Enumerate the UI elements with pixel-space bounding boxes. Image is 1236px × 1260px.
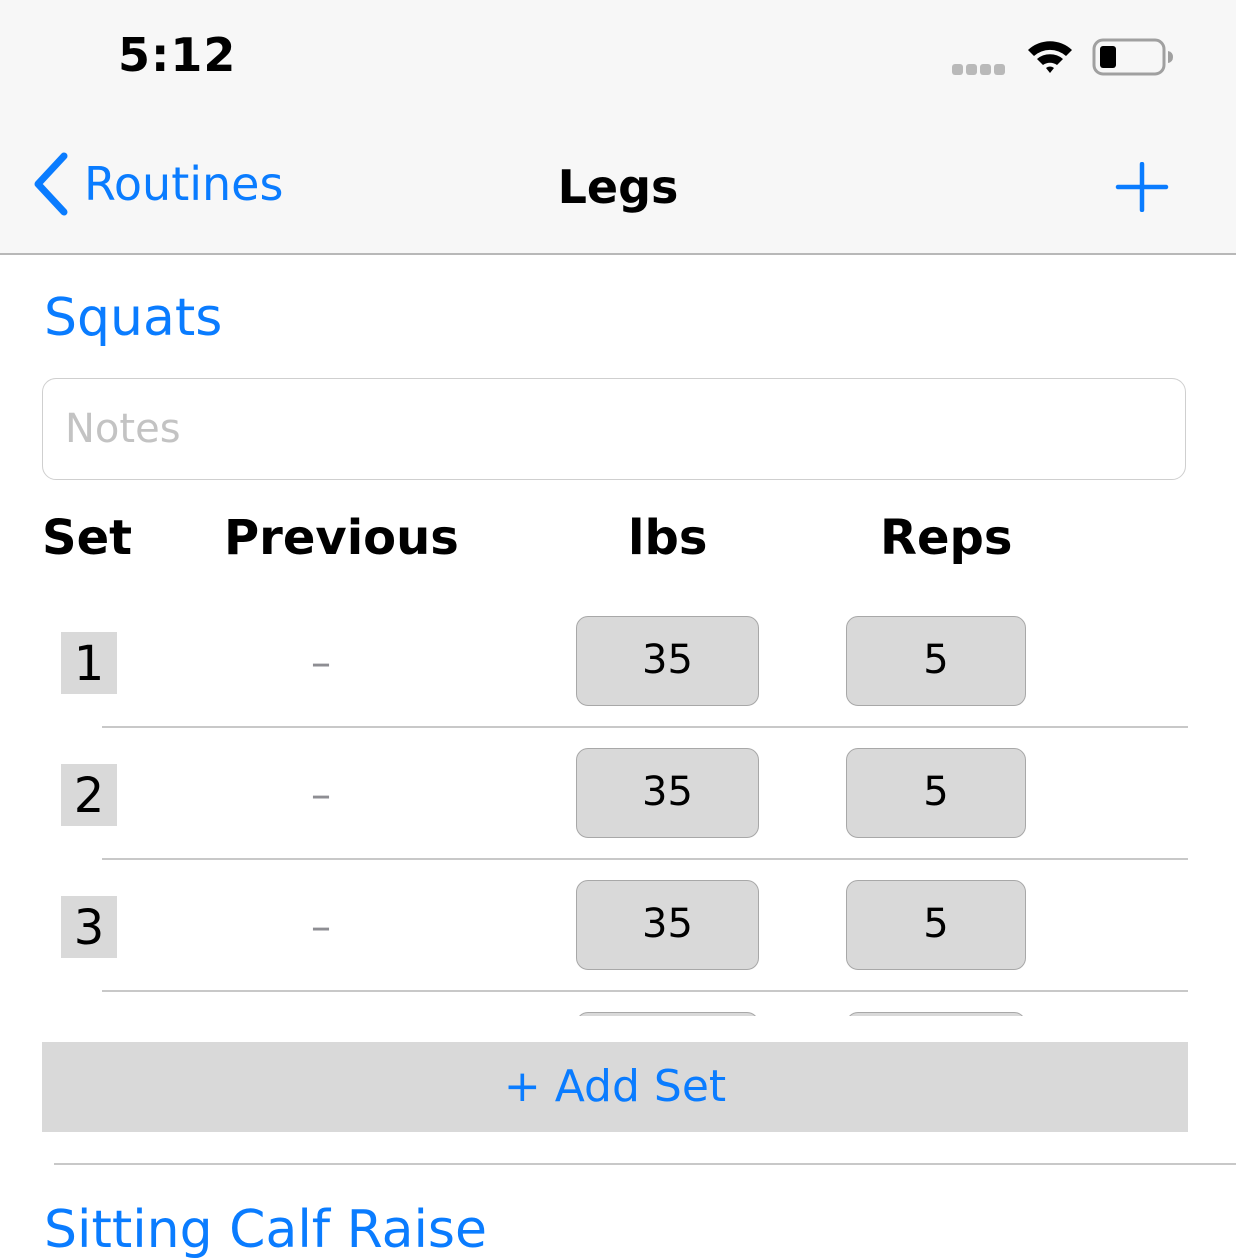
section-divider bbox=[54, 1163, 1236, 1165]
reps-field[interactable]: 5 bbox=[846, 880, 1026, 970]
set-number: 1 bbox=[61, 632, 117, 694]
weight-field[interactable]: 35 bbox=[576, 1012, 759, 1016]
wifi-icon bbox=[1026, 38, 1074, 79]
weight-field[interactable]: 35 bbox=[576, 616, 759, 706]
navigation-bar: Routines Legs bbox=[0, 110, 1236, 255]
set-number: 3 bbox=[61, 896, 117, 958]
set-row: 4 – 35 5 bbox=[0, 988, 1236, 1016]
set-number: 2 bbox=[61, 764, 117, 826]
previous-value: – bbox=[311, 904, 331, 950]
next-exercise-title[interactable]: Sitting Calf Raise bbox=[44, 1200, 487, 1260]
plus-icon bbox=[1115, 161, 1169, 213]
notes-field[interactable] bbox=[42, 378, 1186, 480]
sets-table: 1 – 35 5 2 – 35 5 3 – 35 5 4 – 35 5 bbox=[0, 592, 1236, 1016]
previous-value: – bbox=[311, 772, 331, 818]
column-header-previous: Previous bbox=[224, 510, 459, 566]
column-header-lbs: lbs bbox=[628, 510, 708, 566]
add-exercise-button[interactable] bbox=[1114, 161, 1170, 217]
weight-field[interactable]: 35 bbox=[576, 880, 759, 970]
set-row: 3 – 35 5 bbox=[0, 856, 1236, 992]
signal-dots-icon bbox=[952, 62, 1008, 80]
set-row: 2 – 35 5 bbox=[0, 724, 1236, 860]
status-bar: 5:12 bbox=[0, 0, 1236, 110]
status-time: 5:12 bbox=[118, 28, 237, 82]
reps-field[interactable]: 5 bbox=[846, 616, 1026, 706]
set-row: 1 – 35 5 bbox=[0, 592, 1236, 728]
column-header-reps: Reps bbox=[880, 510, 1013, 566]
add-set-button[interactable]: + Add Set bbox=[42, 1042, 1188, 1132]
reps-field[interactable]: 5 bbox=[846, 1012, 1026, 1016]
weight-field[interactable]: 35 bbox=[576, 748, 759, 838]
battery-icon bbox=[1092, 38, 1174, 81]
previous-value: – bbox=[311, 640, 331, 686]
exercise-title[interactable]: Squats bbox=[44, 288, 222, 348]
reps-field[interactable]: 5 bbox=[846, 748, 1026, 838]
page-title: Legs bbox=[557, 160, 679, 214]
column-header-set: Set bbox=[42, 510, 133, 566]
